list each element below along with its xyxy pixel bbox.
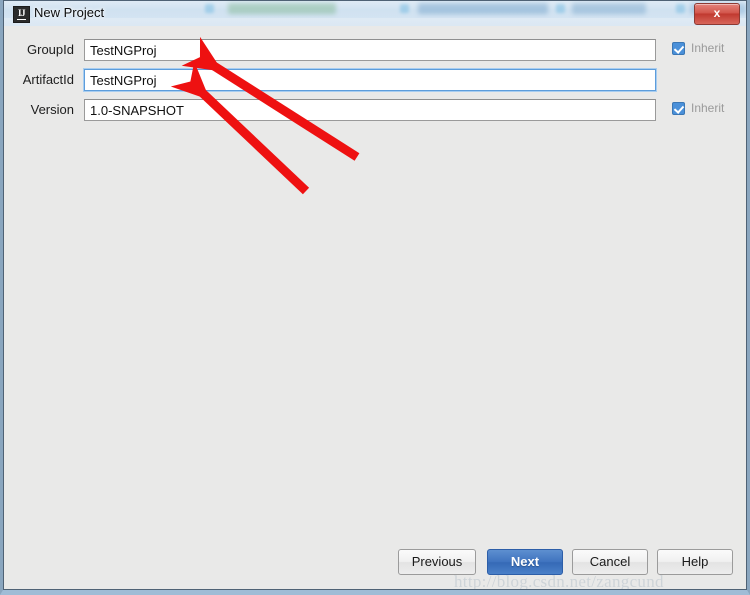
groupid-inherit-label: Inherit <box>691 41 725 55</box>
intellij-idea-icon: IJ <box>13 6 30 23</box>
screenshot-root: IJ New Project x GroupId Inherit Artifa <box>0 0 750 595</box>
version-inherit-checkbox[interactable] <box>672 101 685 115</box>
dialog-content: GroupId Inherit ArtifactId Version <box>4 26 746 591</box>
artifactid-input[interactable] <box>84 69 656 91</box>
new-project-dialog: IJ New Project x GroupId Inherit Artifa <box>0 0 750 595</box>
version-inherit-group[interactable]: Inherit <box>672 101 724 115</box>
window-title: New Project <box>34 5 105 20</box>
groupid-input[interactable] <box>84 39 656 61</box>
groupid-inherit-checkbox[interactable] <box>672 41 685 55</box>
groupid-label: GroupId <box>27 42 74 57</box>
artifactid-label: ArtifactId <box>22 72 74 87</box>
next-button[interactable]: Next <box>487 549 563 575</box>
groupid-inherit-group[interactable]: Inherit <box>672 41 724 55</box>
help-button[interactable]: Help <box>657 549 733 575</box>
version-inherit-label: Inherit <box>691 101 725 115</box>
previous-button[interactable]: Previous <box>398 549 476 575</box>
cancel-button[interactable]: Cancel <box>572 549 648 575</box>
dialog-button-bar: Previous Next Cancel Help <box>4 549 746 589</box>
close-icon[interactable]: x <box>694 3 740 25</box>
version-label: Version <box>30 102 74 117</box>
title-bar[interactable]: IJ New Project x <box>4 1 746 26</box>
version-input[interactable] <box>84 99 656 121</box>
